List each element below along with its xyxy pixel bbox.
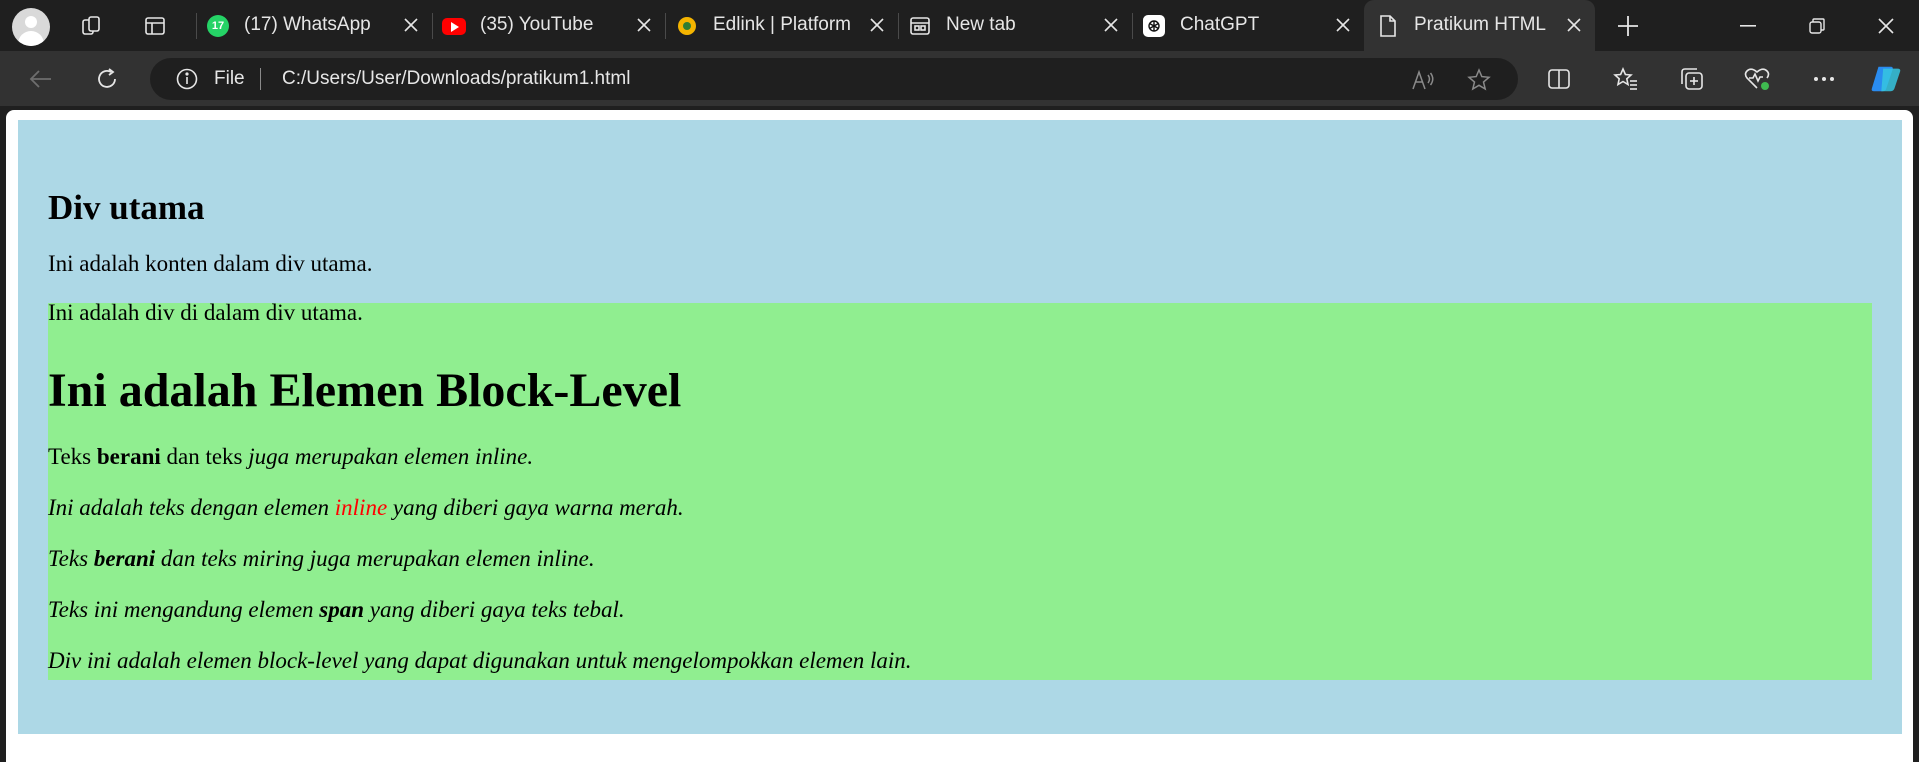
tab-edlink[interactable]: Edlink | Platform P xyxy=(665,0,898,51)
bold-text: berani xyxy=(96,444,161,469)
text-span: Ini adalah teks dengan elemen xyxy=(48,495,335,520)
text-span: yang diberi gaya teks tebal. xyxy=(364,597,625,622)
page-viewport: Div utama Ini adalah konten dalam div ut… xyxy=(6,110,1913,762)
text-span: Teks xyxy=(48,546,94,571)
bold-span-text: span xyxy=(319,597,365,622)
close-tab-icon[interactable] xyxy=(631,12,657,38)
div-dalam-intro: Ini adalah div di dalam div utama. xyxy=(48,300,363,325)
read-aloud-icon[interactable] xyxy=(1410,67,1436,93)
back-arrow-icon[interactable] xyxy=(22,61,60,97)
block-level-heading: Ini adalah Elemen Block-Level xyxy=(48,364,682,417)
tab-title: ChatGPT xyxy=(1180,14,1260,35)
paragraph-block-level: Div ini adalah elemen block-level yang d… xyxy=(48,648,912,673)
div-utama-text: Ini adalah konten dalam div utama. xyxy=(48,251,373,276)
div-utama: Div utama Ini adalah konten dalam div ut… xyxy=(18,120,1902,734)
div-dalam: Ini adalah div di dalam div utama. Ini a… xyxy=(48,300,1872,680)
tab-whatsapp[interactable]: 17 (17) WhatsApp xyxy=(196,0,432,51)
close-tab-icon[interactable] xyxy=(1098,12,1124,38)
paragraph-inline-2: Ini adalah teks dengan elemen inline yan… xyxy=(48,495,684,521)
more-options-icon[interactable] xyxy=(1808,63,1840,95)
refresh-icon[interactable] xyxy=(88,61,126,97)
tab-title: Edlink | Platform P xyxy=(713,14,853,35)
text-span: Teks ini mengandung elemen xyxy=(48,597,320,622)
paragraph-inline-3: Teks berani dan teks miring juga merupak… xyxy=(48,546,595,572)
minimize-button[interactable] xyxy=(1720,6,1776,46)
favorites-icon[interactable] xyxy=(1610,63,1642,95)
url-text[interactable]: C:/Users/User/Downloads/pratikum1.html xyxy=(282,68,630,90)
close-tab-icon[interactable] xyxy=(398,12,424,38)
address-bar[interactable]: File C:/Users/User/Downloads/pratikum1.h… xyxy=(150,58,1518,100)
youtube-icon xyxy=(442,14,466,38)
paragraph-inline-1: Teks berani dan teks juga merupakan elem… xyxy=(48,444,533,470)
bold-text: berani xyxy=(93,546,156,571)
new-tab-button[interactable] xyxy=(1610,9,1646,43)
file-icon xyxy=(1376,14,1400,38)
tab-youtube[interactable]: (35) YouTube xyxy=(432,0,665,51)
close-window-button[interactable] xyxy=(1858,6,1914,46)
tab-chatgpt[interactable]: ChatGPT xyxy=(1132,0,1364,51)
tab-new-tab[interactable]: New tab xyxy=(898,0,1132,51)
tab-strip: 17 (17) WhatsApp (35) YouTube Edlink | P… xyxy=(0,0,1919,51)
profile-avatar[interactable] xyxy=(12,8,50,46)
text-span: dan teks miring juga merupakan elemen in… xyxy=(155,546,595,571)
paragraph-span: Teks ini mengandung elemen span yang dib… xyxy=(48,597,625,623)
close-tab-icon[interactable] xyxy=(864,12,890,38)
favorite-star-icon[interactable] xyxy=(1466,67,1492,93)
text-span: Teks xyxy=(48,444,97,469)
close-tab-icon[interactable] xyxy=(1561,12,1587,38)
new-tab-icon xyxy=(908,14,932,38)
tab-actions-icon[interactable] xyxy=(137,9,173,43)
close-tab-icon[interactable] xyxy=(1330,12,1356,38)
tab-title: New tab xyxy=(946,14,1016,35)
collections-icon[interactable] xyxy=(1676,63,1708,95)
chatgpt-icon xyxy=(1142,14,1166,38)
div-utama-heading: Div utama xyxy=(48,188,205,227)
info-icon[interactable] xyxy=(176,68,198,90)
tab-title: (17) WhatsApp xyxy=(244,14,371,35)
whatsapp-icon: 17 xyxy=(206,14,230,38)
red-inline-text: inline xyxy=(334,495,388,520)
url-scheme-label: File xyxy=(214,68,245,89)
split-screen-icon[interactable] xyxy=(1543,63,1575,95)
browser-toolbar: File C:/Users/User/Downloads/pratikum1.h… xyxy=(0,51,1919,106)
workspaces-icon[interactable] xyxy=(74,9,110,43)
tab-title: Pratikum HTML xyxy=(1414,14,1546,35)
browser-essentials-icon[interactable] xyxy=(1742,63,1774,95)
restore-button[interactable] xyxy=(1789,6,1845,46)
tab-pratikum-html[interactable]: Pratikum HTML xyxy=(1364,0,1595,51)
edlink-icon xyxy=(675,14,699,38)
italic-text: juga merupakan elemen inline. xyxy=(248,444,534,469)
copilot-icon[interactable] xyxy=(1870,63,1902,95)
text-span: dan teks xyxy=(160,444,249,469)
tab-title: (35) YouTube xyxy=(480,14,594,35)
text-span: yang diberi gaya warna merah. xyxy=(387,495,684,520)
